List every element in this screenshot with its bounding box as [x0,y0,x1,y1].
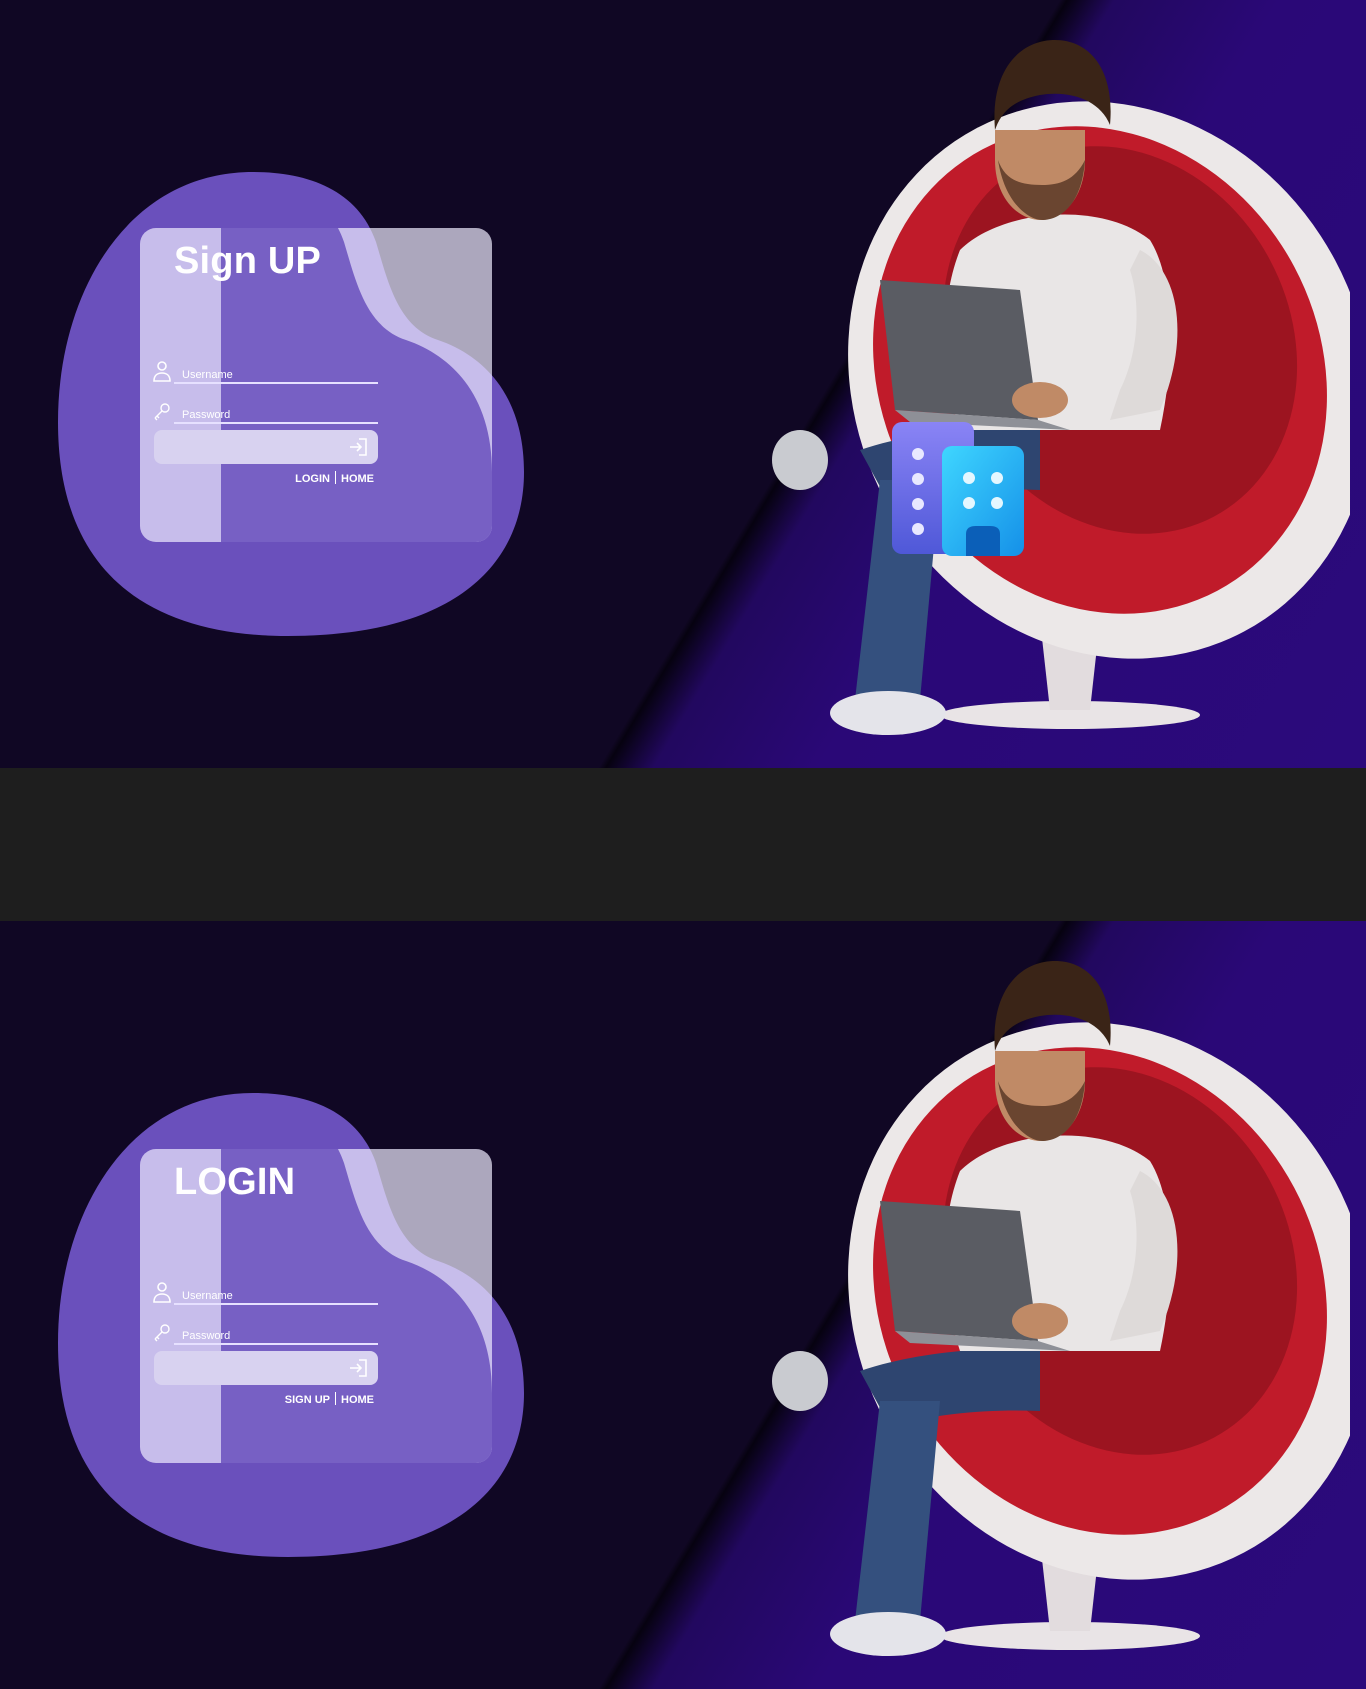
login-arrow-icon [350,438,367,456]
password-label: Password [182,409,231,421]
user-icon [152,1281,172,1303]
username-label: Username [182,1290,233,1302]
password-underline [174,1343,378,1345]
key-icon [152,400,172,422]
username-underline [174,1303,378,1305]
key-icon [152,1321,172,1343]
form-links: SIGN UP HOME [0,1392,374,1406]
password-field[interactable]: Password [152,398,378,424]
password-field[interactable]: Password [152,1319,378,1345]
login-submit-button[interactable] [154,1351,378,1385]
username-field[interactable]: Username [152,358,378,384]
password-underline [174,422,378,424]
username-underline [174,382,378,384]
username-field[interactable]: Username [152,1279,378,1305]
signup-link[interactable]: SIGN UP [285,1394,330,1406]
signup-screen: Sign UP Username Password LOGIN HOME [0,0,1366,768]
signup-submit-button[interactable] [154,430,378,464]
screen-separator [0,768,1366,921]
link-divider [335,1392,336,1405]
home-link[interactable]: HOME [341,473,374,485]
man-in-chair-illustration [772,40,1350,735]
home-link[interactable]: HOME [341,1394,374,1406]
user-icon [152,360,172,382]
man-in-chair-illustration [772,961,1350,1656]
username-label: Username [182,369,233,381]
page-title: LOGIN [174,1161,296,1203]
link-divider [335,471,336,484]
page-title: Sign UP [174,240,322,282]
login-link[interactable]: LOGIN [295,473,330,485]
login-arrow-icon [350,1359,367,1377]
form-links: LOGIN HOME [0,471,374,485]
building-icon [892,422,1024,556]
login-screen: LOGIN Username Password SIGN UP HOME [0,921,1366,1689]
password-label: Password [182,1330,231,1342]
